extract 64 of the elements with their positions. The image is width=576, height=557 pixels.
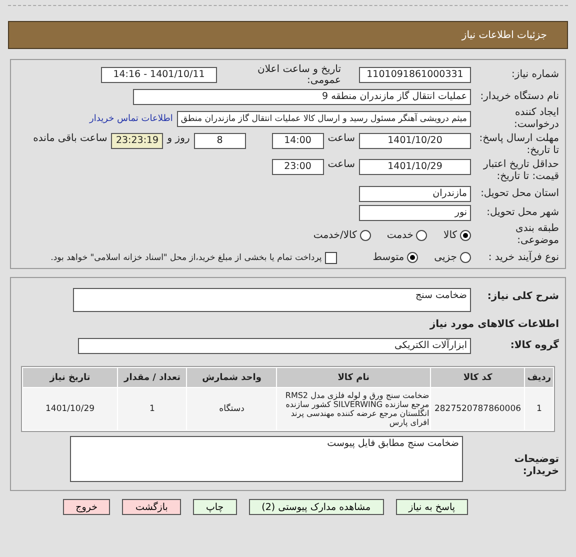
section-title: اطلاعات کالاهای مورد نیاز [430, 319, 559, 330]
days-field: 8 [194, 133, 246, 149]
field-label: شرح کلی نیاز: [486, 291, 559, 303]
column-header: ردیف [525, 368, 553, 387]
action-button[interactable]: مشاهده مدارک پیوستی (2) [248, 499, 384, 515]
field-label: تاریخ و ساعت اعلان عمومی: [256, 64, 342, 86]
field-label: استان محل تحویل: [480, 188, 559, 200]
table-cell: 1 [118, 388, 186, 430]
column-header: تعداد / مقدار [118, 368, 186, 387]
field-label: ایجاد کننده درخواست: [513, 107, 559, 131]
field-label: شماره نیاز: [510, 69, 559, 81]
radio-button[interactable] [460, 230, 471, 240]
field-label: طبقه بندی موضوعی: [514, 223, 559, 247]
radio-label: متوسط [372, 252, 404, 263]
radio-button[interactable] [407, 252, 418, 263]
column-header: واحد شمارش [187, 368, 276, 387]
description-field: ضخامت سنج [73, 288, 471, 312]
buyer-field: عملیات انتقال گاز مازندران منطقه 9 [133, 88, 471, 104]
action-button[interactable]: بازگشت [122, 499, 181, 515]
validity-date-field: 1401/10/29 [359, 159, 471, 175]
field-label: شهر محل تحویل: [486, 206, 559, 218]
announce-date-field: 1401/10/11 - 14:16 [101, 67, 217, 83]
deadline-date-field: 1401/10/20 [359, 133, 471, 149]
checkbox-label: پرداخت تمام یا بخشی از مبلغ خرید،از محل "اسناد خزانه اسلامی" خواهد بود. [50, 252, 322, 262]
column-header: کد کالا [431, 368, 524, 387]
field-label: نوع فرآیند خرید : [487, 252, 559, 264]
validity-time-field: 23:00 [272, 159, 324, 175]
province-field: مازندران [359, 186, 471, 202]
field-label: حداقل تاریخ اعتبار قیمت: تا تاریخ: [482, 159, 559, 183]
contact-link[interactable]: اطلاعات تماس خریدار [90, 114, 173, 124]
table-cell: ضخامت سنج ورق و لوله فلزی مدل RMS2 مرجع سازنده SILVERWING کشور سازنده انگلستان مرجع عرضه کننده مهندسی پرند افرای پارس [277, 388, 430, 430]
field-label: ساعت [328, 159, 355, 170]
field-label: توضیحات خریدار: [513, 454, 559, 478]
field-label: گروه کالا: [509, 340, 559, 352]
requester-field: میثم درویشی آهنگر مسئول رسید و ارسال کالا عملیات انتقال گاز مازندران منطق [176, 111, 471, 127]
radio-button[interactable] [460, 252, 471, 263]
notes-field: ضخامت سنج مطابق فایل پیوست [70, 436, 463, 482]
city-field: نور [359, 204, 471, 220]
deadline-time-field: 14:00 [272, 133, 324, 149]
column-header: تاریخ نیاز [23, 368, 118, 387]
goods-group-field: ابزارآلات الکتریکی [78, 338, 471, 354]
table-cell: دستگاه [187, 388, 276, 430]
field-label: مهلت ارسال پاسخ: تا تاریخ: [478, 133, 559, 157]
radio-label: کالا/خدمت [313, 230, 357, 240]
remaining-time-field: 23:23:19 [111, 133, 164, 149]
action-button[interactable]: پاسخ به نیاز [396, 499, 468, 515]
radio-button[interactable] [360, 230, 371, 240]
page-title: جزئیات اطلاعات نیاز [462, 30, 547, 40]
checkbox[interactable] [324, 252, 337, 264]
table-cell: 1 [525, 388, 553, 430]
need-number-field: 1101091861000331 [359, 67, 471, 83]
action-button[interactable]: خروج [62, 499, 110, 515]
action-button[interactable]: چاپ [192, 499, 237, 515]
field-label: روز و [167, 133, 190, 144]
field-label: ساعت باقی مانده [33, 133, 108, 144]
radio-button[interactable] [416, 230, 428, 240]
field-label: ساعت [328, 133, 355, 144]
column-header: نام کالا [277, 368, 430, 387]
radio-label: خدمت [386, 230, 414, 240]
radio-label: جزیی [434, 252, 457, 263]
radio-label: کالا [443, 230, 457, 240]
table-cell: 2827520787860006 [431, 388, 524, 430]
field-label: نام دستگاه خریدار: [479, 90, 559, 102]
table-cell: 1401/10/29 [23, 388, 118, 430]
